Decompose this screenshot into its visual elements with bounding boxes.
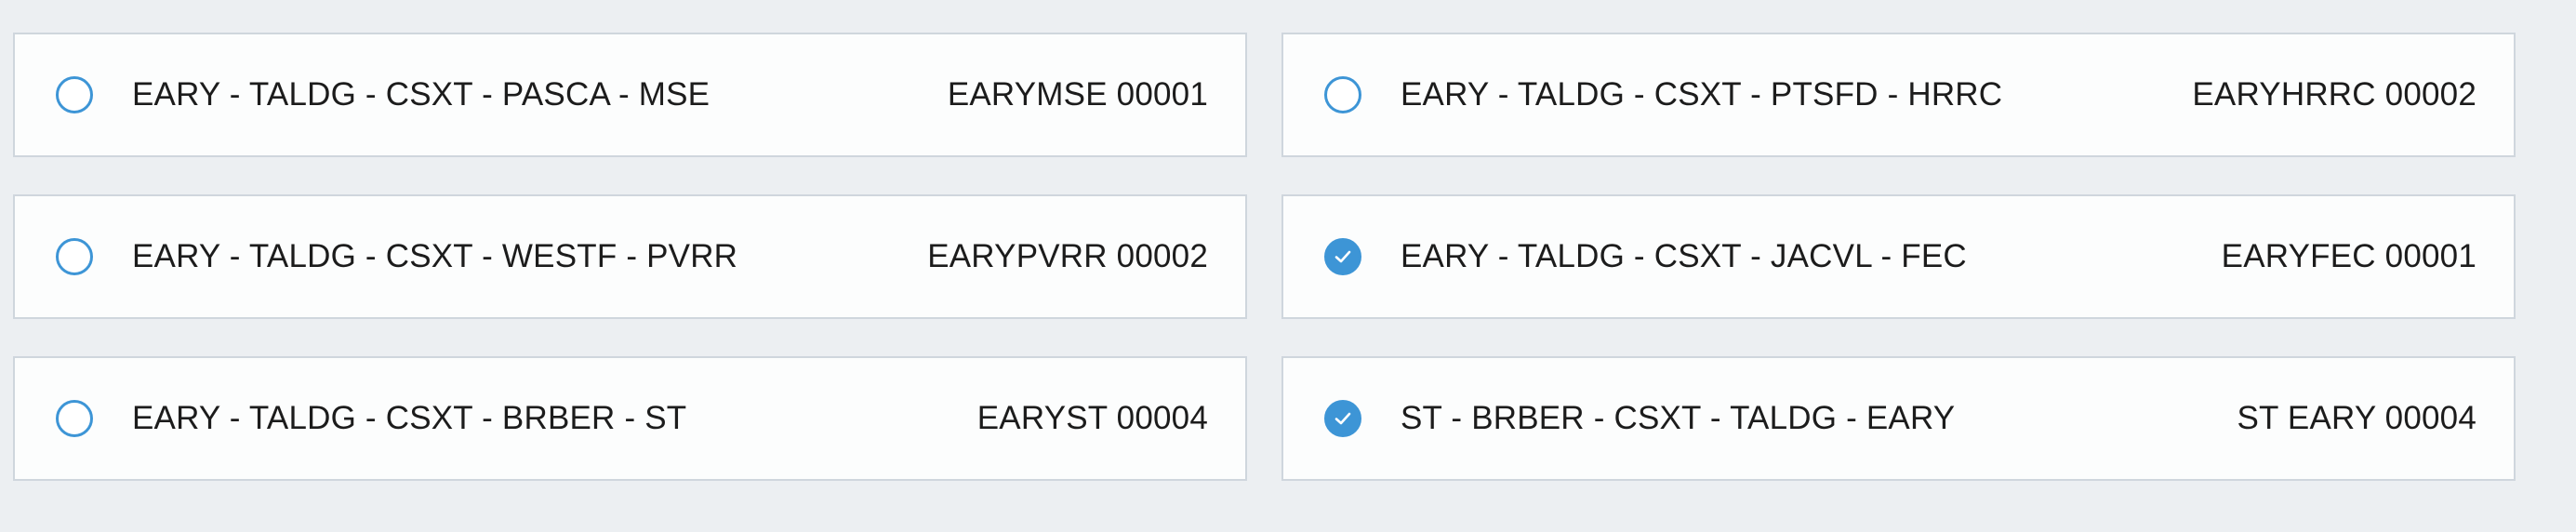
route-radio-button[interactable] bbox=[1324, 76, 1361, 113]
checkmark-icon bbox=[1334, 412, 1351, 425]
route-code: EARYST 00004 bbox=[976, 400, 1208, 436]
route-option-card[interactable]: EARY - TALDG - CSXT - PASCA - MSE EARYMS… bbox=[13, 33, 1247, 157]
route-option-card[interactable]: EARY - TALDG - CSXT - PTSFD - HRRC EARYH… bbox=[1281, 33, 2516, 157]
route-name: EARY - TALDG - CSXT - PASCA - MSE bbox=[132, 76, 710, 113]
route-code: EARYMSE 00001 bbox=[947, 76, 1208, 113]
route-option-card[interactable]: EARY - TALDG - CSXT - WESTF - PVRR EARYP… bbox=[13, 194, 1247, 319]
route-name: EARY - TALDG - CSXT - BRBER - ST bbox=[132, 400, 687, 436]
route-radio-button[interactable] bbox=[1324, 238, 1361, 275]
route-name: EARY - TALDG - CSXT - JACVL - FEC bbox=[1401, 238, 1967, 274]
route-option-card[interactable]: ST - BRBER - CSXT - TALDG - EARY ST EARY… bbox=[1281, 356, 2516, 481]
route-radio-button[interactable] bbox=[56, 400, 93, 437]
route-radio-button[interactable] bbox=[56, 76, 93, 113]
route-option-card[interactable]: EARY - TALDG - CSXT - BRBER - ST EARYST … bbox=[13, 356, 1247, 481]
route-code: EARYFEC 00001 bbox=[2221, 238, 2476, 274]
route-code: EARYPVRR 00002 bbox=[927, 238, 1208, 274]
route-code: EARYHRRC 00002 bbox=[2192, 76, 2476, 113]
route-radio-button[interactable] bbox=[56, 238, 93, 275]
route-name: ST - BRBER - CSXT - TALDG - EARY bbox=[1401, 400, 1956, 436]
route-name: EARY - TALDG - CSXT - WESTF - PVRR bbox=[132, 238, 738, 274]
route-radio-button[interactable] bbox=[1324, 400, 1361, 437]
route-option-grid: EARY - TALDG - CSXT - PASCA - MSE EARYMS… bbox=[13, 33, 2516, 481]
route-name: EARY - TALDG - CSXT - PTSFD - HRRC bbox=[1401, 76, 2003, 113]
route-code: ST EARY 00004 bbox=[2237, 400, 2476, 436]
route-option-card[interactable]: EARY - TALDG - CSXT - JACVL - FEC EARYFE… bbox=[1281, 194, 2516, 319]
checkmark-icon bbox=[1334, 250, 1351, 263]
